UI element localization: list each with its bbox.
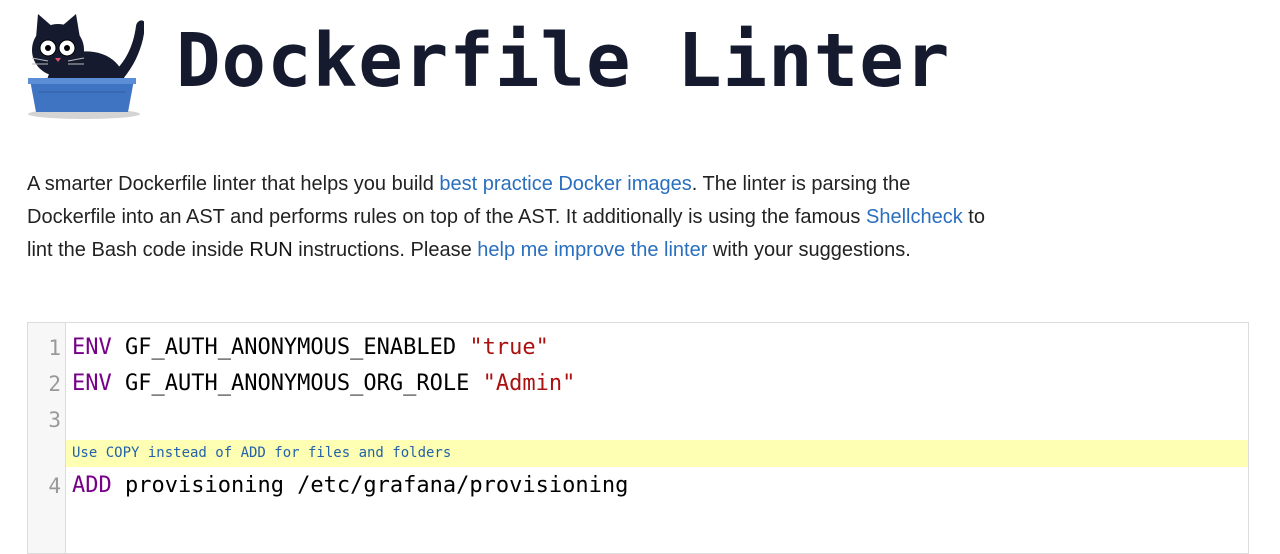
code-text: ADD provisioning /etc/grafana/provisioni… [72,469,628,503]
code-args: provisioning /etc/grafana/provisioning [111,473,629,498]
cat-in-box-logo-icon [28,14,144,119]
page-title: Dockerfile Linter [176,18,951,104]
code-line[interactable]: 3 [28,403,1248,437]
lint-warning: Use COPY instead of ADD for files and fo… [66,440,1248,467]
shellcheck-link[interactable]: Shellcheck [866,206,963,228]
code-keyword: ADD [72,473,112,498]
line-number: 4 [48,474,61,498]
code-text: ENV GF_AUTH_ANONYMOUS_ORG_ROLE "Admin" [72,367,575,401]
line-number: 2 [48,372,61,396]
code-line[interactable]: 1 ENV GF_AUTH_ANONYMOUS_ENABLED "true" [28,331,1248,365]
best-practice-link[interactable]: best practice Docker images [439,173,691,195]
intro-text: A smarter Dockerfile linter that helps y… [27,173,440,195]
code-string: "Admin" [482,371,576,396]
code-text: ENV GF_AUTH_ANONYMOUS_ENABLED "true" [72,331,549,365]
intro-paragraph: A smarter Dockerfile linter that helps y… [27,168,1002,267]
code-line[interactable]: 2 ENV GF_AUTH_ANONYMOUS_ORG_ROLE "Admin" [28,367,1248,401]
code-keyword: ENV [72,371,112,396]
code-keyword: ENV [72,335,112,360]
improve-linter-link[interactable]: help me improve the linter [477,239,707,261]
intro-text: with your suggestions. [707,239,911,261]
code-args: GF_AUTH_ANONYMOUS_ORG_ROLE [111,371,483,396]
code-line[interactable]: 4 ADD provisioning /etc/grafana/provisio… [28,469,1248,503]
lint-warning-text: Use COPY instead of ADD for files and fo… [72,445,452,461]
line-number: 1 [48,336,61,360]
page-header: Dockerfile Linter [24,10,949,120]
run-keyword: RUN [249,239,293,261]
code-string: "true" [469,335,549,360]
code-args: GF_AUTH_ANONYMOUS_ENABLED [111,335,470,360]
line-number: 3 [48,408,61,432]
intro-text: instructions. Please [292,239,478,261]
dockerfile-editor[interactable]: 1 ENV GF_AUTH_ANONYMOUS_ENABLED "true" 2… [27,322,1249,554]
